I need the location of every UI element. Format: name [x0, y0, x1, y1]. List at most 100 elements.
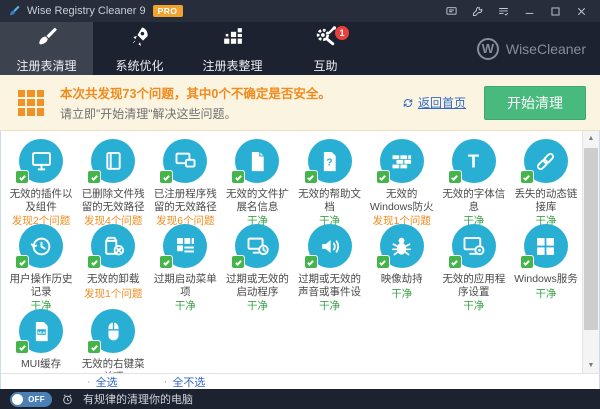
check-icon[interactable]: [304, 170, 318, 184]
item-label: 无效的字体信息: [439, 188, 509, 213]
scan-item-windows[interactable]: Windows服务 干净: [510, 224, 582, 309]
wisecleaner-logo: W WiseCleaner: [477, 22, 586, 75]
rocket-icon: [127, 24, 152, 54]
scan-item-file[interactable]: 无效的文件扩展名信息 干净: [221, 139, 293, 224]
notice-texts: 本次共发现73个问题，其中0个不确定是否安全。 请立即"开始清理"解决这些问题。: [60, 83, 331, 122]
select-all-link[interactable]: · 全选: [87, 374, 118, 390]
scan-item-history[interactable]: 用户操作历史记录 干净: [5, 224, 77, 309]
bullet-icon: ·: [87, 376, 91, 388]
svg-text:MUI: MUI: [37, 329, 44, 334]
scrollbar-thumb[interactable]: [584, 148, 598, 330]
item-icon-wrap: [19, 139, 63, 183]
check-icon[interactable]: [159, 170, 173, 184]
item-label: 过期启动菜单项: [150, 273, 220, 298]
item-label: 过期或无效的启动程序: [222, 273, 292, 298]
item-icon-wrap: [452, 224, 496, 268]
check-icon[interactable]: [87, 340, 101, 354]
tab-brush[interactable]: 注册表清理: [0, 22, 93, 75]
item-status: 发现1个问题: [84, 288, 142, 300]
maximize-icon[interactable]: [542, 1, 568, 21]
scan-item-startmenu[interactable]: 过期启动菜单项 干净: [149, 224, 221, 309]
scan-item-mouse[interactable]: 无效的右键菜单项: [77, 309, 149, 373]
item-icon-wrap: [308, 224, 352, 268]
scroll-up-icon[interactable]: ▲: [583, 131, 599, 146]
item-label: 映像劫持: [381, 273, 423, 286]
item-status: 干净: [247, 300, 268, 312]
app-logo-icon: [7, 4, 21, 18]
item-icon-wrap: [91, 224, 135, 268]
scan-item-book[interactable]: 已删除文件残留的无效路径 发现4个问题: [77, 139, 149, 224]
item-icon-wrap: [235, 139, 279, 183]
svg-text:?: ?: [326, 157, 332, 168]
scan-result-headline: 本次共发现73个问题，其中0个不确定是否安全。: [60, 83, 331, 102]
back-home-label: 返回首页: [418, 94, 466, 111]
item-icon-wrap: [380, 139, 424, 183]
select-none-label: 全不选: [172, 374, 205, 390]
scan-item-file-question[interactable]: ? 无效的帮助文档 干净: [294, 139, 366, 224]
check-icon[interactable]: [159, 255, 173, 269]
tab-label: 互助: [313, 57, 337, 74]
feedback-icon[interactable]: [438, 1, 464, 21]
status-bar: OFF 有规律的清理你的电脑: [0, 389, 600, 409]
scan-item-speaker[interactable]: 过期或无效的声音或事件设 干净: [294, 224, 366, 309]
check-icon[interactable]: [520, 170, 534, 184]
item-status: 干净: [319, 300, 340, 312]
check-icon[interactable]: [15, 170, 29, 184]
menu-icon[interactable]: [490, 1, 516, 21]
check-icon[interactable]: [304, 255, 318, 269]
refresh-icon: [402, 97, 414, 109]
check-icon[interactable]: [231, 170, 245, 184]
scan-item-uninstall[interactable]: 无效的卸载 发现1个问题: [77, 224, 149, 309]
check-icon[interactable]: [15, 255, 29, 269]
item-status: 干净: [535, 288, 556, 300]
item-label: 已删除文件残留的无效路径: [78, 188, 148, 213]
start-clean-button[interactable]: 开始清理: [484, 86, 586, 120]
scroll-down-icon[interactable]: ▼: [583, 358, 599, 373]
notification-badge: 1: [335, 26, 349, 40]
check-icon[interactable]: [448, 170, 462, 184]
check-icon[interactable]: [376, 170, 390, 184]
tab-rocket[interactable]: 系统优化: [93, 22, 186, 75]
tab-support[interactable]: 互助 1: [279, 22, 372, 75]
scan-item-firewall[interactable]: 无效的Windows防火 发现1个问题: [366, 139, 438, 224]
scrollbar-track[interactable]: [583, 146, 599, 358]
scan-item-screens[interactable]: 已注册程序残留的无效路径 发现6个问题: [149, 139, 221, 224]
item-label: 无效的卸载: [87, 273, 140, 286]
vertical-scrollbar[interactable]: ▲ ▼: [582, 131, 599, 373]
check-icon[interactable]: [87, 170, 101, 184]
support-icon: [313, 24, 338, 54]
scan-item-link[interactable]: 丢失的动态链接库 干净: [510, 139, 582, 224]
item-status: 干净: [463, 300, 484, 312]
schedule-toggle[interactable]: OFF: [10, 392, 52, 407]
scan-items-grid: 无效的插件以及组件 发现2个问题 已删除文件残留的无效路径 发现4个问题 已注册…: [5, 139, 582, 373]
scan-item-monitor[interactable]: 无效的插件以及组件 发现2个问题: [5, 139, 77, 224]
minimize-icon[interactable]: [516, 1, 542, 21]
check-icon[interactable]: [87, 255, 101, 269]
item-icon-wrap: ?: [308, 139, 352, 183]
tab-defrag[interactable]: 注册表整理: [186, 22, 279, 75]
notice-bar: 本次共发现73个问题，其中0个不确定是否安全。 请立即"开始清理"解决这些问题。…: [0, 75, 600, 131]
check-icon[interactable]: [231, 255, 245, 269]
item-label: 过期或无效的声音或事件设: [295, 273, 365, 298]
wrench-icon[interactable]: [464, 1, 490, 21]
check-icon[interactable]: [520, 255, 534, 269]
check-icon[interactable]: [15, 340, 29, 354]
scan-item-bug[interactable]: 映像劫持 干净: [366, 224, 438, 309]
item-label: Windows服务: [514, 273, 578, 286]
scan-item-font-t[interactable]: T 无效的字体信息 干净: [438, 139, 510, 224]
back-home-link[interactable]: 返回首页: [402, 94, 466, 111]
scan-item-app-settings[interactable]: 无效的应用程序设置 干净: [438, 224, 510, 309]
close-icon[interactable]: [568, 1, 594, 21]
item-label: 无效的应用程序设置: [439, 273, 509, 298]
scan-item-monitor-clock[interactable]: 过期或无效的启动程序 干净: [221, 224, 293, 309]
scan-item-mui-file[interactable]: MUI MUI缓存 发现59个问题: [5, 309, 77, 373]
app-window: Wise Registry Cleaner 9 PRO 注册表清理 系统优化: [0, 0, 600, 409]
item-label: 无效的文件扩展名信息: [222, 188, 292, 213]
check-icon[interactable]: [448, 255, 462, 269]
title-bar: Wise Registry Cleaner 9 PRO: [0, 0, 600, 22]
bullet-icon: ·: [164, 376, 168, 388]
item-icon-wrap: [524, 224, 568, 268]
check-icon[interactable]: [376, 255, 390, 269]
select-none-link[interactable]: · 全不选: [164, 374, 206, 390]
item-icon-wrap: [91, 139, 135, 183]
